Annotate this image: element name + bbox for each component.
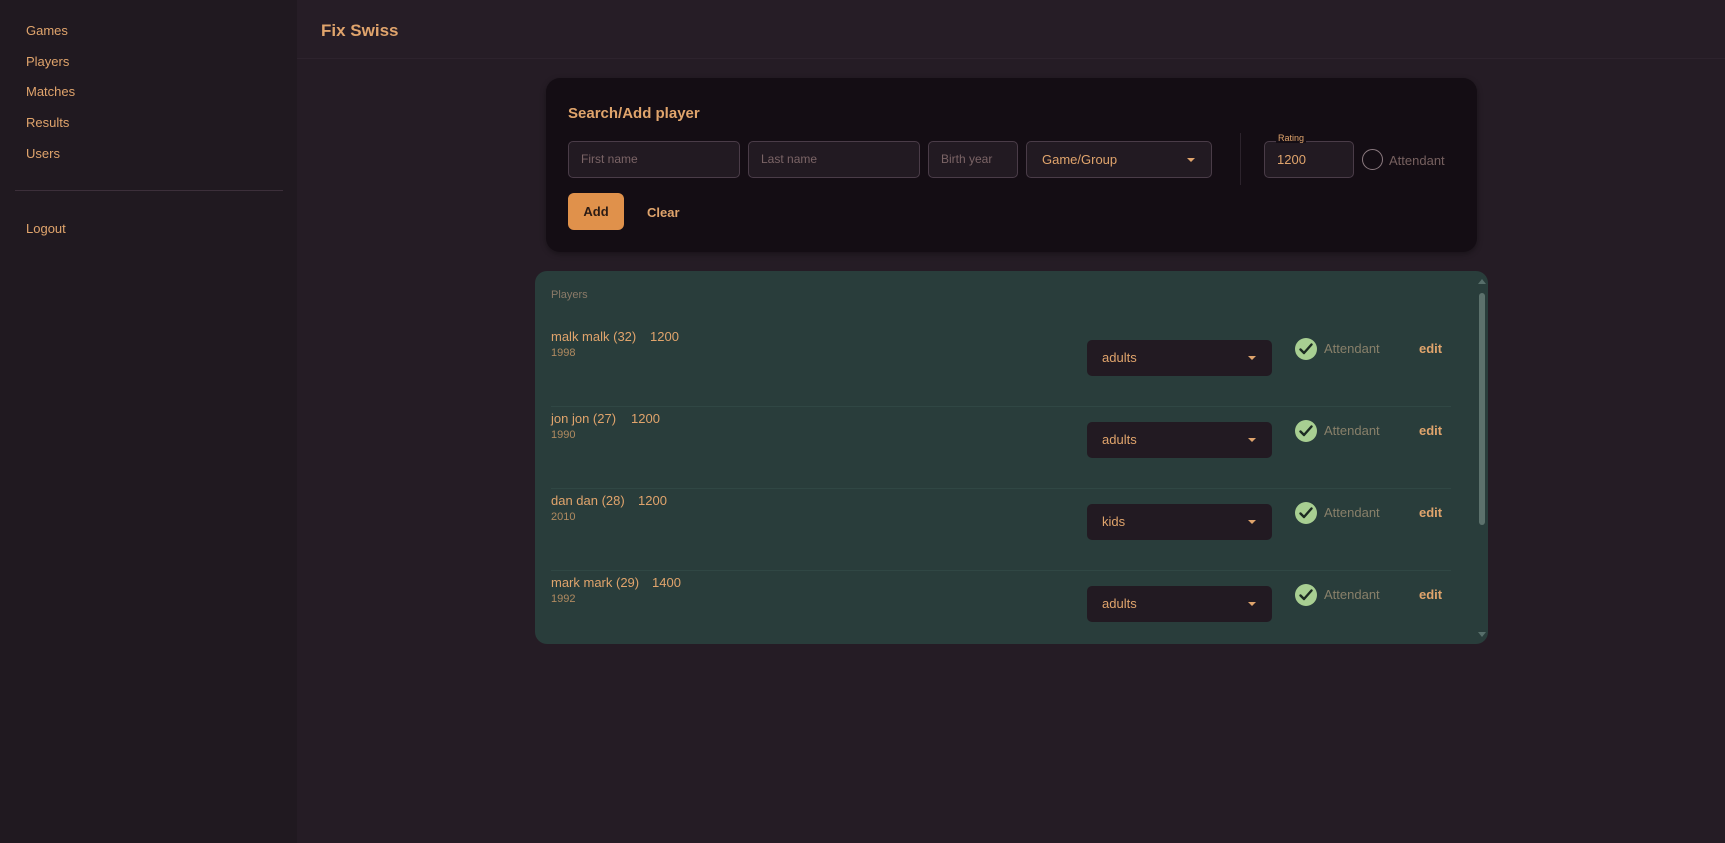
player-row: dan dan (28) 1200 2010 kids Attendant ed… bbox=[535, 489, 1455, 571]
player-name: dan dan (28) bbox=[551, 493, 625, 508]
scroll-down-arrow-icon[interactable] bbox=[1478, 632, 1486, 637]
player-birth-year: 2010 bbox=[551, 511, 576, 523]
attendant-label: Attendant bbox=[1389, 153, 1445, 168]
caret-down-icon bbox=[1248, 520, 1256, 524]
caret-down-icon bbox=[1248, 438, 1256, 442]
attendant-radio[interactable] bbox=[1362, 149, 1383, 170]
attendant-label: Attendant bbox=[1324, 587, 1380, 602]
sidebar-divider bbox=[15, 190, 283, 191]
check-icon[interactable] bbox=[1295, 502, 1317, 524]
player-birth-year: 1990 bbox=[551, 429, 576, 441]
player-row: malk malk (32) 1200 1998 adults Attendan… bbox=[535, 325, 1455, 407]
player-name: jon jon (27) bbox=[551, 411, 617, 426]
players-heading: Players bbox=[551, 289, 588, 301]
player-row: jon jon (27) 1200 1990 adults Attendant … bbox=[535, 407, 1455, 489]
player-rating: 1200 bbox=[631, 411, 660, 426]
add-button[interactable]: Add bbox=[568, 193, 624, 230]
player-group-value: adults bbox=[1102, 596, 1137, 611]
edit-button[interactable]: edit bbox=[1419, 423, 1442, 438]
attendant-label: Attendant bbox=[1324, 341, 1380, 356]
scroll-up-arrow-icon[interactable] bbox=[1478, 279, 1486, 284]
player-group-select[interactable]: adults bbox=[1087, 340, 1272, 376]
scrollbar-thumb[interactable] bbox=[1479, 293, 1485, 525]
player-group-value: kids bbox=[1102, 514, 1126, 529]
caret-down-icon bbox=[1248, 356, 1256, 360]
caret-down-icon bbox=[1187, 158, 1195, 162]
app-title: Fix Swiss bbox=[321, 21, 399, 40]
edit-button[interactable]: edit bbox=[1419, 341, 1442, 356]
check-icon[interactable] bbox=[1295, 338, 1317, 360]
sidebar-item-matches[interactable]: Matches bbox=[26, 84, 75, 99]
player-group-select[interactable]: kids bbox=[1087, 504, 1272, 540]
game-group-value: Game/Group bbox=[1042, 152, 1118, 167]
player-row: mark mark (29) 1400 1992 adults Attendan… bbox=[535, 571, 1455, 644]
first-name-input[interactable]: First name bbox=[568, 141, 740, 178]
edit-button[interactable]: edit bbox=[1419, 587, 1442, 602]
search-add-card: Search/Add player First name Last name B… bbox=[546, 78, 1477, 252]
player-group-value: adults bbox=[1102, 432, 1137, 447]
player-rating: 1400 bbox=[652, 575, 681, 590]
sidebar-item-players[interactable]: Players bbox=[26, 54, 69, 69]
sidebar-item-users[interactable]: Users bbox=[26, 146, 60, 161]
player-name: mark mark (29) bbox=[551, 575, 640, 590]
player-birth-year: 1992 bbox=[551, 593, 576, 605]
birth-year-input[interactable]: Birth year bbox=[928, 141, 1018, 178]
player-birth-year: 1998 bbox=[551, 347, 576, 359]
player-name: malk malk (32) bbox=[551, 329, 637, 344]
attendant-label: Attendant bbox=[1324, 423, 1380, 438]
field-divider bbox=[1240, 133, 1241, 185]
sidebar-item-games[interactable]: Games bbox=[26, 23, 68, 38]
game-group-select[interactable]: Game/Group bbox=[1026, 141, 1212, 178]
rating-input[interactable]: 1200 bbox=[1264, 141, 1354, 178]
clear-button[interactable]: Clear bbox=[647, 205, 680, 220]
card-title: Search/Add player bbox=[568, 105, 700, 122]
player-rating: 1200 bbox=[650, 329, 679, 344]
sidebar: Games Players Matches Results Users Logo… bbox=[0, 0, 297, 843]
check-icon[interactable] bbox=[1295, 420, 1317, 442]
logout-link[interactable]: Logout bbox=[26, 221, 66, 236]
check-icon[interactable] bbox=[1295, 584, 1317, 606]
caret-down-icon bbox=[1248, 602, 1256, 606]
attendant-label: Attendant bbox=[1324, 505, 1380, 520]
player-group-value: adults bbox=[1102, 350, 1137, 365]
rating-label: Rating bbox=[1276, 133, 1307, 143]
last-name-input[interactable]: Last name bbox=[748, 141, 920, 178]
app-header: Fix Swiss bbox=[297, 0, 1725, 59]
player-rating: 1200 bbox=[638, 493, 667, 508]
player-group-select[interactable]: adults bbox=[1087, 586, 1272, 622]
edit-button[interactable]: edit bbox=[1419, 505, 1442, 520]
player-group-select[interactable]: adults bbox=[1087, 422, 1272, 458]
sidebar-item-results[interactable]: Results bbox=[26, 115, 69, 130]
players-list-panel: Players malk malk (32) 1200 1998 adults … bbox=[535, 271, 1488, 644]
